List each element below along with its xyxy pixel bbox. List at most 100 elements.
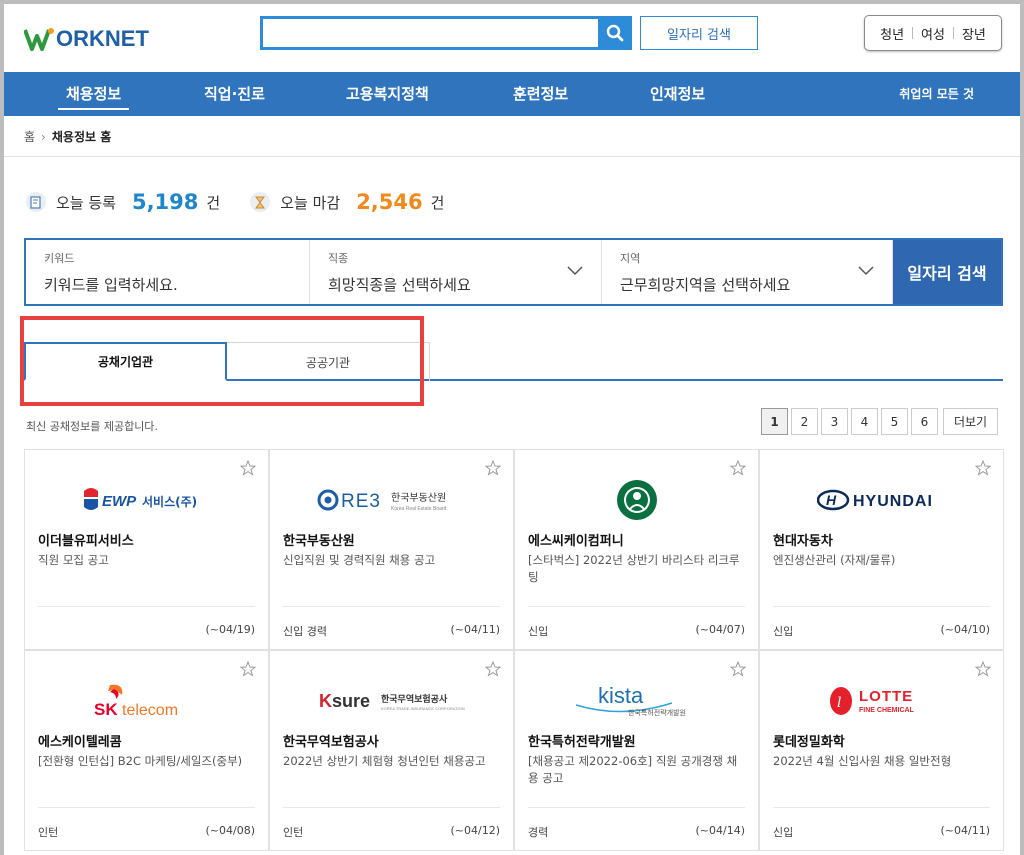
lotte-logo-icon: l LOTTE FINE CHEMICAL <box>829 687 915 715</box>
svg-text:telecom: telecom <box>122 702 178 719</box>
target-link-women[interactable]: 여성 <box>921 24 945 43</box>
nav-item-career[interactable]: 직업·진로 <box>204 72 265 116</box>
keyword-field[interactable]: 키워드 키워드를 입력하세요. <box>26 240 310 304</box>
employment-type: 신입 <box>773 826 794 839</box>
job-title: 2022년 상반기 체험형 청년인턴 채용공고 <box>283 754 486 768</box>
divider <box>773 807 990 808</box>
page-button-1[interactable]: 1 <box>761 408 788 435</box>
region-value: 근무희망지역을 선택하세요 <box>620 276 791 294</box>
page-button-5[interactable]: 5 <box>881 408 908 435</box>
deadline: (~04/07) <box>695 623 746 636</box>
svg-text:H: H <box>826 492 837 508</box>
star-icon[interactable] <box>975 661 991 677</box>
hyundai-logo-icon: H HYUNDAI <box>816 489 931 511</box>
svg-text:SK: SK <box>94 700 118 719</box>
divider <box>283 606 500 607</box>
top-search-input[interactable] <box>263 19 593 47</box>
employment-type: 신입 <box>773 625 794 638</box>
deadline: (~04/08) <box>205 824 256 837</box>
company-card[interactable]: K sure 한국무역보험공사 KOREA TRADE INSURANCE CO… <box>269 650 514 851</box>
svg-text:한국부동산원: 한국부동산원 <box>391 492 446 504</box>
target-link-senior[interactable]: 장년 <box>962 24 986 43</box>
sk-telecom-logo-icon: SK telecom <box>94 684 178 719</box>
company-card[interactable]: kista 한국특허전략개발원 한국특허전략개발원 [채용공고 제2022-06… <box>514 650 759 851</box>
worknet-logo[interactable]: ORKNET <box>24 24 149 54</box>
svg-text:서비스(주): 서비스(주) <box>142 494 197 509</box>
svg-text:Korea Real Estate Board: Korea Real Estate Board <box>391 506 447 512</box>
target-link-youth[interactable]: 청년 <box>880 24 904 43</box>
star-icon[interactable] <box>975 460 991 476</box>
company-logo: kista 한국특허전략개발원 <box>515 679 758 723</box>
company-card[interactable]: 에스씨케이컴퍼니 [스타벅스] 2022년 상반기 바리스타 리크루팅 신입 (… <box>514 449 759 650</box>
ksure-logo-icon: K sure 한국무역보험공사 KOREA TRADE INSURANCE CO… <box>319 691 465 711</box>
employment-type: 신입 경력 <box>283 625 327 638</box>
job-search-submit-button[interactable]: 일자리 검색 <box>893 240 1001 304</box>
page-button-2[interactable]: 2 <box>791 408 818 435</box>
company-card[interactable]: EWP 서비스(주) 이더블유피서비스 직원 모집 공고 (~04/19) <box>24 449 269 650</box>
company-card[interactable]: H HYUNDAI 현대자동차 엔진생산관리 (자재/물류) 신입 (~04/1… <box>759 449 1004 650</box>
nav-item-training[interactable]: 훈련정보 <box>513 72 568 116</box>
target-links: 청년 여성 장년 <box>864 15 1002 51</box>
reb-logo-icon: RE3 한국부동산원 Korea Real Estate Board <box>317 489 447 512</box>
today-registered-count: 5,198 <box>131 190 199 214</box>
tab-public-recruit-companies[interactable]: 공채기업관 <box>24 342 227 381</box>
top-search-button[interactable] <box>598 16 632 50</box>
svg-text:kista: kista <box>598 683 644 708</box>
star-icon[interactable] <box>240 460 256 476</box>
nav-item-recruit-info[interactable]: 채용정보 <box>57 72 130 116</box>
employment-type: 경력 <box>528 826 549 839</box>
company-logo: H HYUNDAI <box>760 478 1003 522</box>
star-icon[interactable] <box>730 661 746 677</box>
divider <box>912 27 914 39</box>
logo-text: ORKNET <box>56 26 149 51</box>
ewp-logo-icon: EWP 서비스(주) <box>83 488 197 510</box>
job-type-select[interactable]: 직종 희망직종을 선택하세요 <box>310 240 602 304</box>
star-icon[interactable] <box>485 460 501 476</box>
divider <box>38 807 255 808</box>
header: ORKNET 일자리 검색 청년 여성 장년 <box>4 4 1020 72</box>
job-title: [스타벅스] 2022년 상반기 바리스타 리크루팅 <box>528 553 740 584</box>
page-button-6[interactable]: 6 <box>911 408 938 435</box>
company-logo <box>515 478 758 522</box>
star-icon[interactable] <box>485 661 501 677</box>
info-text: 최신 공채정보를 제공합니다. <box>26 420 158 433</box>
page-button-4[interactable]: 4 <box>851 408 878 435</box>
company-card[interactable]: l LOTTE FINE CHEMICAL 롯데정밀화학 2022년 4월 신입… <box>759 650 1004 851</box>
job-search-form: 키워드 키워드를 입력하세요. 직종 희망직종을 선택하세요 지역 근무희망지역… <box>24 238 1003 306</box>
more-button[interactable]: 더보기 <box>943 408 998 435</box>
company-name: 한국특허전략개발원 <box>528 735 636 750</box>
keyword-input[interactable]: 키워드를 입력하세요. <box>44 274 178 295</box>
svg-text:FINE CHEMICAL: FINE CHEMICAL <box>859 707 915 714</box>
divider <box>4 156 1020 157</box>
breadcrumb-current: 채용정보 홈 <box>51 130 112 144</box>
company-name: 에스씨케이컴퍼니 <box>528 534 624 549</box>
search-icon <box>606 24 624 42</box>
job-title: 2022년 4월 신입사원 채용 일반전형 <box>773 754 952 768</box>
job-title: [채용공고 제2022-06호] 직원 공개경쟁 채용 공고 <box>528 754 738 785</box>
nav-link-all-about-jobs[interactable]: 취업의 모든 것 <box>899 72 974 116</box>
nav-item-welfare-policy[interactable]: 고용복지정책 <box>346 72 429 116</box>
svg-text:l: l <box>837 695 841 711</box>
employment-type: 신입 <box>528 625 549 638</box>
tab-public-institutions[interactable]: 공공기관 <box>227 342 430 381</box>
starbucks-logo-icon <box>616 480 657 520</box>
chevron-down-icon <box>567 266 583 276</box>
region-label: 지역 <box>620 252 641 265</box>
star-icon[interactable] <box>730 460 746 476</box>
job-type-value: 희망직종을 선택하세요 <box>328 276 471 294</box>
worknet-w-icon <box>24 28 54 51</box>
breadcrumb-home[interactable]: 홈 <box>24 128 35 145</box>
company-name: 한국부동산원 <box>283 534 355 549</box>
job-title: [전환형 인턴십] B2C 마케팅/세일즈(중부) <box>38 754 243 768</box>
main-nav: 채용정보 직업·진로 고용복지정책 훈련정보 인재정보 취업의 모든 것 <box>4 72 1020 116</box>
deadline: (~04/11) <box>450 623 501 636</box>
nav-item-talent[interactable]: 인재정보 <box>650 72 705 116</box>
page-button-3[interactable]: 3 <box>821 408 848 435</box>
region-select[interactable]: 지역 근무희망지역을 선택하세요 <box>602 240 893 304</box>
employment-type: 인턴 <box>38 826 59 839</box>
job-search-link[interactable]: 일자리 검색 <box>640 16 758 50</box>
company-card[interactable]: SK telecom 에스케이텔레콤 [전환형 인턴십] B2C 마케팅/세일즈… <box>24 650 269 851</box>
company-logo: l LOTTE FINE CHEMICAL <box>760 679 1003 723</box>
company-card[interactable]: RE3 한국부동산원 Korea Real Estate Board 한국부동산… <box>269 449 514 650</box>
star-icon[interactable] <box>240 661 256 677</box>
